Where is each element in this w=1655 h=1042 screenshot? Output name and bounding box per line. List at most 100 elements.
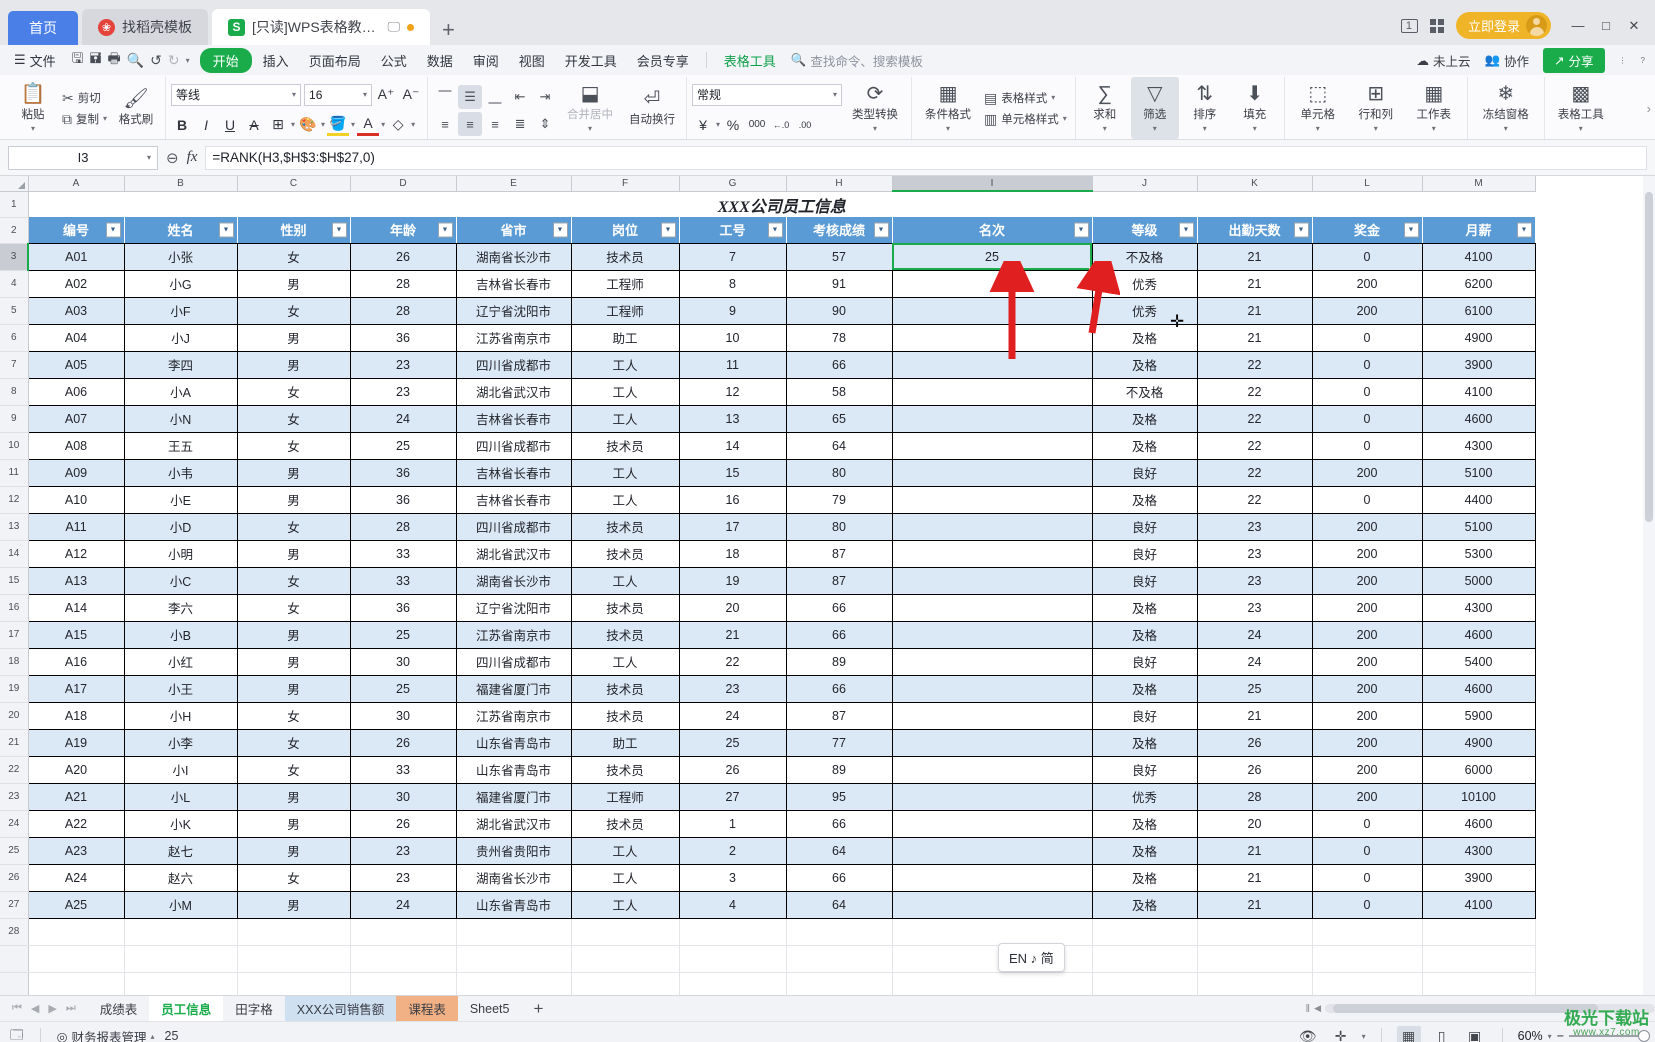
cell-F22[interactable]: 技术员 — [571, 756, 680, 784]
cell-E29[interactable] — [456, 945, 572, 973]
cell-B12[interactable]: 小E — [124, 486, 238, 514]
first-sheet-button[interactable]: ⏮ — [12, 1002, 22, 1015]
cell-M6[interactable]: 4900 — [1422, 324, 1536, 352]
cell-G9[interactable]: 13 — [679, 405, 787, 433]
comma-format-icon[interactable]: 000 — [746, 114, 768, 136]
cell-B26[interactable]: 赵六 — [124, 864, 238, 892]
copy-button[interactable]: ⧉ 复制 ▾ — [59, 110, 110, 128]
cell-K12[interactable]: 22 — [1197, 486, 1313, 514]
fill-button[interactable]: ⬇ 填充 ▾ — [1231, 77, 1279, 139]
cell-L11[interactable]: 200 — [1312, 459, 1423, 487]
select-all-corner[interactable] — [0, 176, 29, 192]
cell-J21[interactable]: 及格 — [1092, 729, 1198, 757]
cell-G8[interactable]: 12 — [679, 378, 787, 406]
cell-D22[interactable]: 33 — [350, 756, 457, 784]
cell-F13[interactable]: 技术员 — [571, 513, 680, 541]
cell-D14[interactable]: 33 — [350, 540, 457, 568]
cell-A3[interactable]: A01 — [28, 243, 125, 271]
cell-I9[interactable] — [892, 405, 1093, 433]
column-title-E[interactable]: 省市 ▼ — [456, 217, 572, 244]
cell-B9[interactable]: 小N — [124, 405, 238, 433]
fill-handle[interactable] — [1088, 266, 1091, 269]
cell-K4[interactable]: 21 — [1197, 270, 1313, 298]
cell-I28[interactable] — [892, 918, 1093, 946]
cell-C29[interactable] — [237, 945, 351, 973]
last-sheet-button[interactable]: ⏭ — [66, 1002, 76, 1015]
cell-C3[interactable]: 女 — [237, 243, 351, 271]
scroll-left-icon[interactable]: ◀ — [1314, 1003, 1321, 1014]
cell-F23[interactable]: 工程师 — [571, 783, 680, 811]
freeze-panes-button[interactable]: ❄ 冻结窗格 ▾ — [1473, 77, 1539, 139]
align-bottom-icon[interactable]: ⎽ — [483, 85, 507, 109]
cell-G7[interactable]: 11 — [679, 351, 787, 379]
row-header-26[interactable]: 26 — [0, 864, 29, 892]
cell-M17[interactable]: 4600 — [1422, 621, 1536, 649]
cell-G16[interactable]: 20 — [679, 594, 787, 622]
cell-M26[interactable]: 3900 — [1422, 864, 1536, 892]
cell-H5[interactable]: 90 — [786, 297, 893, 325]
redo-icon[interactable]: ↻ — [168, 52, 180, 69]
print-preview-icon[interactable]: 🔍 — [127, 52, 144, 69]
save-as-icon[interactable]: 🖬 — [90, 48, 102, 72]
cell-K18[interactable]: 24 — [1197, 648, 1313, 676]
cell-D11[interactable]: 36 — [350, 459, 457, 487]
text-orientation-icon[interactable]: ⇕ — [533, 112, 557, 136]
cell-C9[interactable]: 女 — [237, 405, 351, 433]
cell-E28[interactable] — [456, 918, 572, 946]
cell-K13[interactable]: 23 — [1197, 513, 1313, 541]
cell-J28[interactable] — [1092, 918, 1198, 946]
zoom-out-button[interactable]: − — [1557, 1029, 1564, 1042]
cell-F8[interactable]: 工人 — [571, 378, 680, 406]
column-title-C[interactable]: 性别 ▼ — [237, 217, 351, 244]
row-header-12[interactable]: 12 — [0, 486, 29, 514]
row-header-3[interactable]: 3 — [0, 243, 29, 271]
cell-M22[interactable]: 6000 — [1422, 756, 1536, 784]
cell-E25[interactable]: 贵州省贵阳市 — [456, 837, 572, 865]
cell-D8[interactable]: 23 — [350, 378, 457, 406]
undo-icon[interactable]: ↺ — [150, 52, 162, 69]
cell-M3[interactable]: 4100 — [1422, 243, 1536, 271]
row-header-10[interactable]: 10 — [0, 432, 29, 460]
cell-A19[interactable]: A17 — [28, 675, 125, 703]
name-box[interactable]: I3 ▾ — [8, 145, 158, 170]
cell-H13[interactable]: 80 — [786, 513, 893, 541]
row-header-9[interactable]: 9 — [0, 405, 29, 433]
cell-A16[interactable]: A14 — [28, 594, 125, 622]
cell-D19[interactable]: 25 — [350, 675, 457, 703]
font-name-select[interactable]: 等线 ▾ — [171, 83, 302, 106]
cell-H12[interactable]: 79 — [786, 486, 893, 514]
sheet-tab-sheet5[interactable]: Sheet5 — [458, 996, 522, 1022]
cell-E15[interactable]: 湖南省长沙市 — [456, 567, 572, 595]
row-header-6[interactable]: 6 — [0, 324, 29, 352]
cell-K27[interactable]: 21 — [1197, 891, 1313, 919]
cell-B21[interactable]: 小李 — [124, 729, 238, 757]
cell-H11[interactable]: 80 — [786, 459, 893, 487]
filter-dropdown-icon[interactable]: ▼ — [552, 222, 568, 238]
page-count-icon[interactable]: 1 — [1400, 18, 1418, 33]
cell-L22[interactable]: 200 — [1312, 756, 1423, 784]
cell-G4[interactable]: 8 — [679, 270, 787, 298]
cell-F10[interactable]: 技术员 — [571, 432, 680, 460]
filter-dropdown-icon[interactable]: ▼ — [105, 222, 121, 238]
cell-E21[interactable]: 山东省青岛市 — [456, 729, 572, 757]
cell-D6[interactable]: 36 — [350, 324, 457, 352]
column-header-I[interactable]: I — [892, 176, 1093, 192]
cell-style-button[interactable]: ▥ 单元格样式 ▾ — [981, 110, 1070, 128]
cell-A26[interactable]: A24 — [28, 864, 125, 892]
cell-A29[interactable] — [28, 945, 125, 973]
cell-H17[interactable]: 66 — [786, 621, 893, 649]
row-header-28[interactable]: 28 — [0, 918, 29, 946]
column-header-F[interactable]: F — [571, 176, 680, 192]
row-header-16[interactable]: 16 — [0, 594, 29, 622]
cell-L5[interactable]: 200 — [1312, 297, 1423, 325]
cell-E12[interactable]: 吉林省长春市 — [456, 486, 572, 514]
cell-K17[interactable]: 24 — [1197, 621, 1313, 649]
chevron-down-icon[interactable]: ▾ — [1548, 1032, 1552, 1041]
vertical-scrollbar[interactable] — [1643, 176, 1655, 995]
filter-dropdown-icon[interactable]: ▼ — [1178, 222, 1194, 238]
menu-item-data[interactable]: 数据 — [418, 48, 462, 73]
cell-F9[interactable]: 工人 — [571, 405, 680, 433]
column-header-C[interactable]: C — [237, 176, 351, 192]
row-header-23[interactable]: 23 — [0, 783, 29, 811]
cell-J14[interactable]: 良好 — [1092, 540, 1198, 568]
